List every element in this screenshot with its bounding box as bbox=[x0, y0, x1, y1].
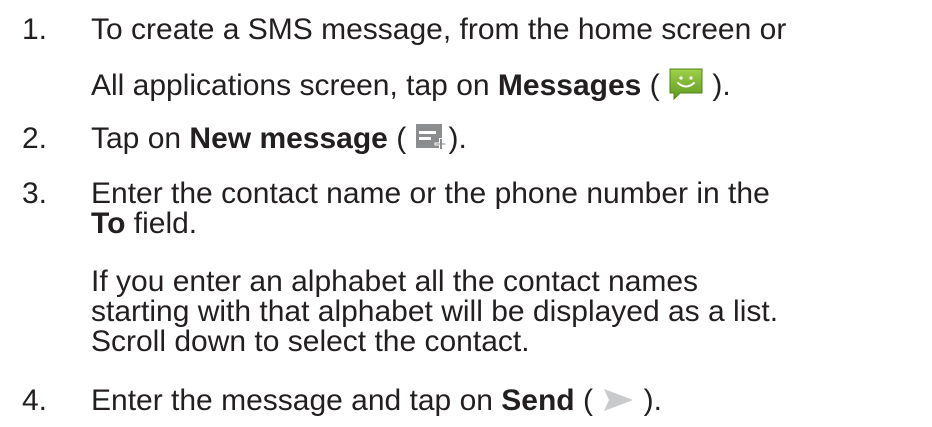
send-icon bbox=[601, 387, 635, 413]
step-text: To create a SMS message, from the home s… bbox=[91, 13, 787, 46]
bold-label-send: Send bbox=[501, 384, 575, 417]
paren-open: ( bbox=[387, 122, 407, 155]
step-text: Tap on bbox=[91, 122, 190, 155]
step-text: field. bbox=[125, 207, 198, 240]
step-text: Scroll down to select the contact. bbox=[91, 325, 530, 358]
step-number: 1. bbox=[22, 13, 48, 46]
bold-label-messages: Messages bbox=[497, 69, 642, 102]
bold-label-to: To bbox=[91, 207, 126, 240]
paren-close: ). bbox=[448, 122, 467, 155]
step-text-line: Scroll down to select the contact. bbox=[91, 324, 530, 360]
paren-close: ). bbox=[704, 69, 731, 102]
new-message-icon bbox=[415, 122, 449, 152]
step-text-line: Tap on New message ( ). bbox=[91, 121, 467, 157]
messages-icon bbox=[668, 67, 704, 101]
paren-open: ( bbox=[641, 69, 660, 102]
step-text: Enter the message and tap on bbox=[91, 384, 502, 417]
step-number: 2. bbox=[22, 122, 48, 155]
step-text-line: All applications screen, tap on Messages… bbox=[91, 68, 731, 104]
step-number: 4. bbox=[22, 384, 48, 417]
step-text: All applications screen, tap on bbox=[91, 69, 498, 102]
step-text-line: Enter the message and tap on Send ( ). bbox=[91, 383, 662, 419]
step-text-line: To field. bbox=[91, 206, 197, 242]
paren-close: ). bbox=[635, 384, 662, 417]
step-text-line: To create a SMS message, from the home s… bbox=[91, 12, 786, 48]
step-number: 3. bbox=[22, 177, 48, 210]
bold-label-new-message: New message bbox=[189, 122, 388, 155]
paren-open: ( bbox=[574, 384, 593, 417]
